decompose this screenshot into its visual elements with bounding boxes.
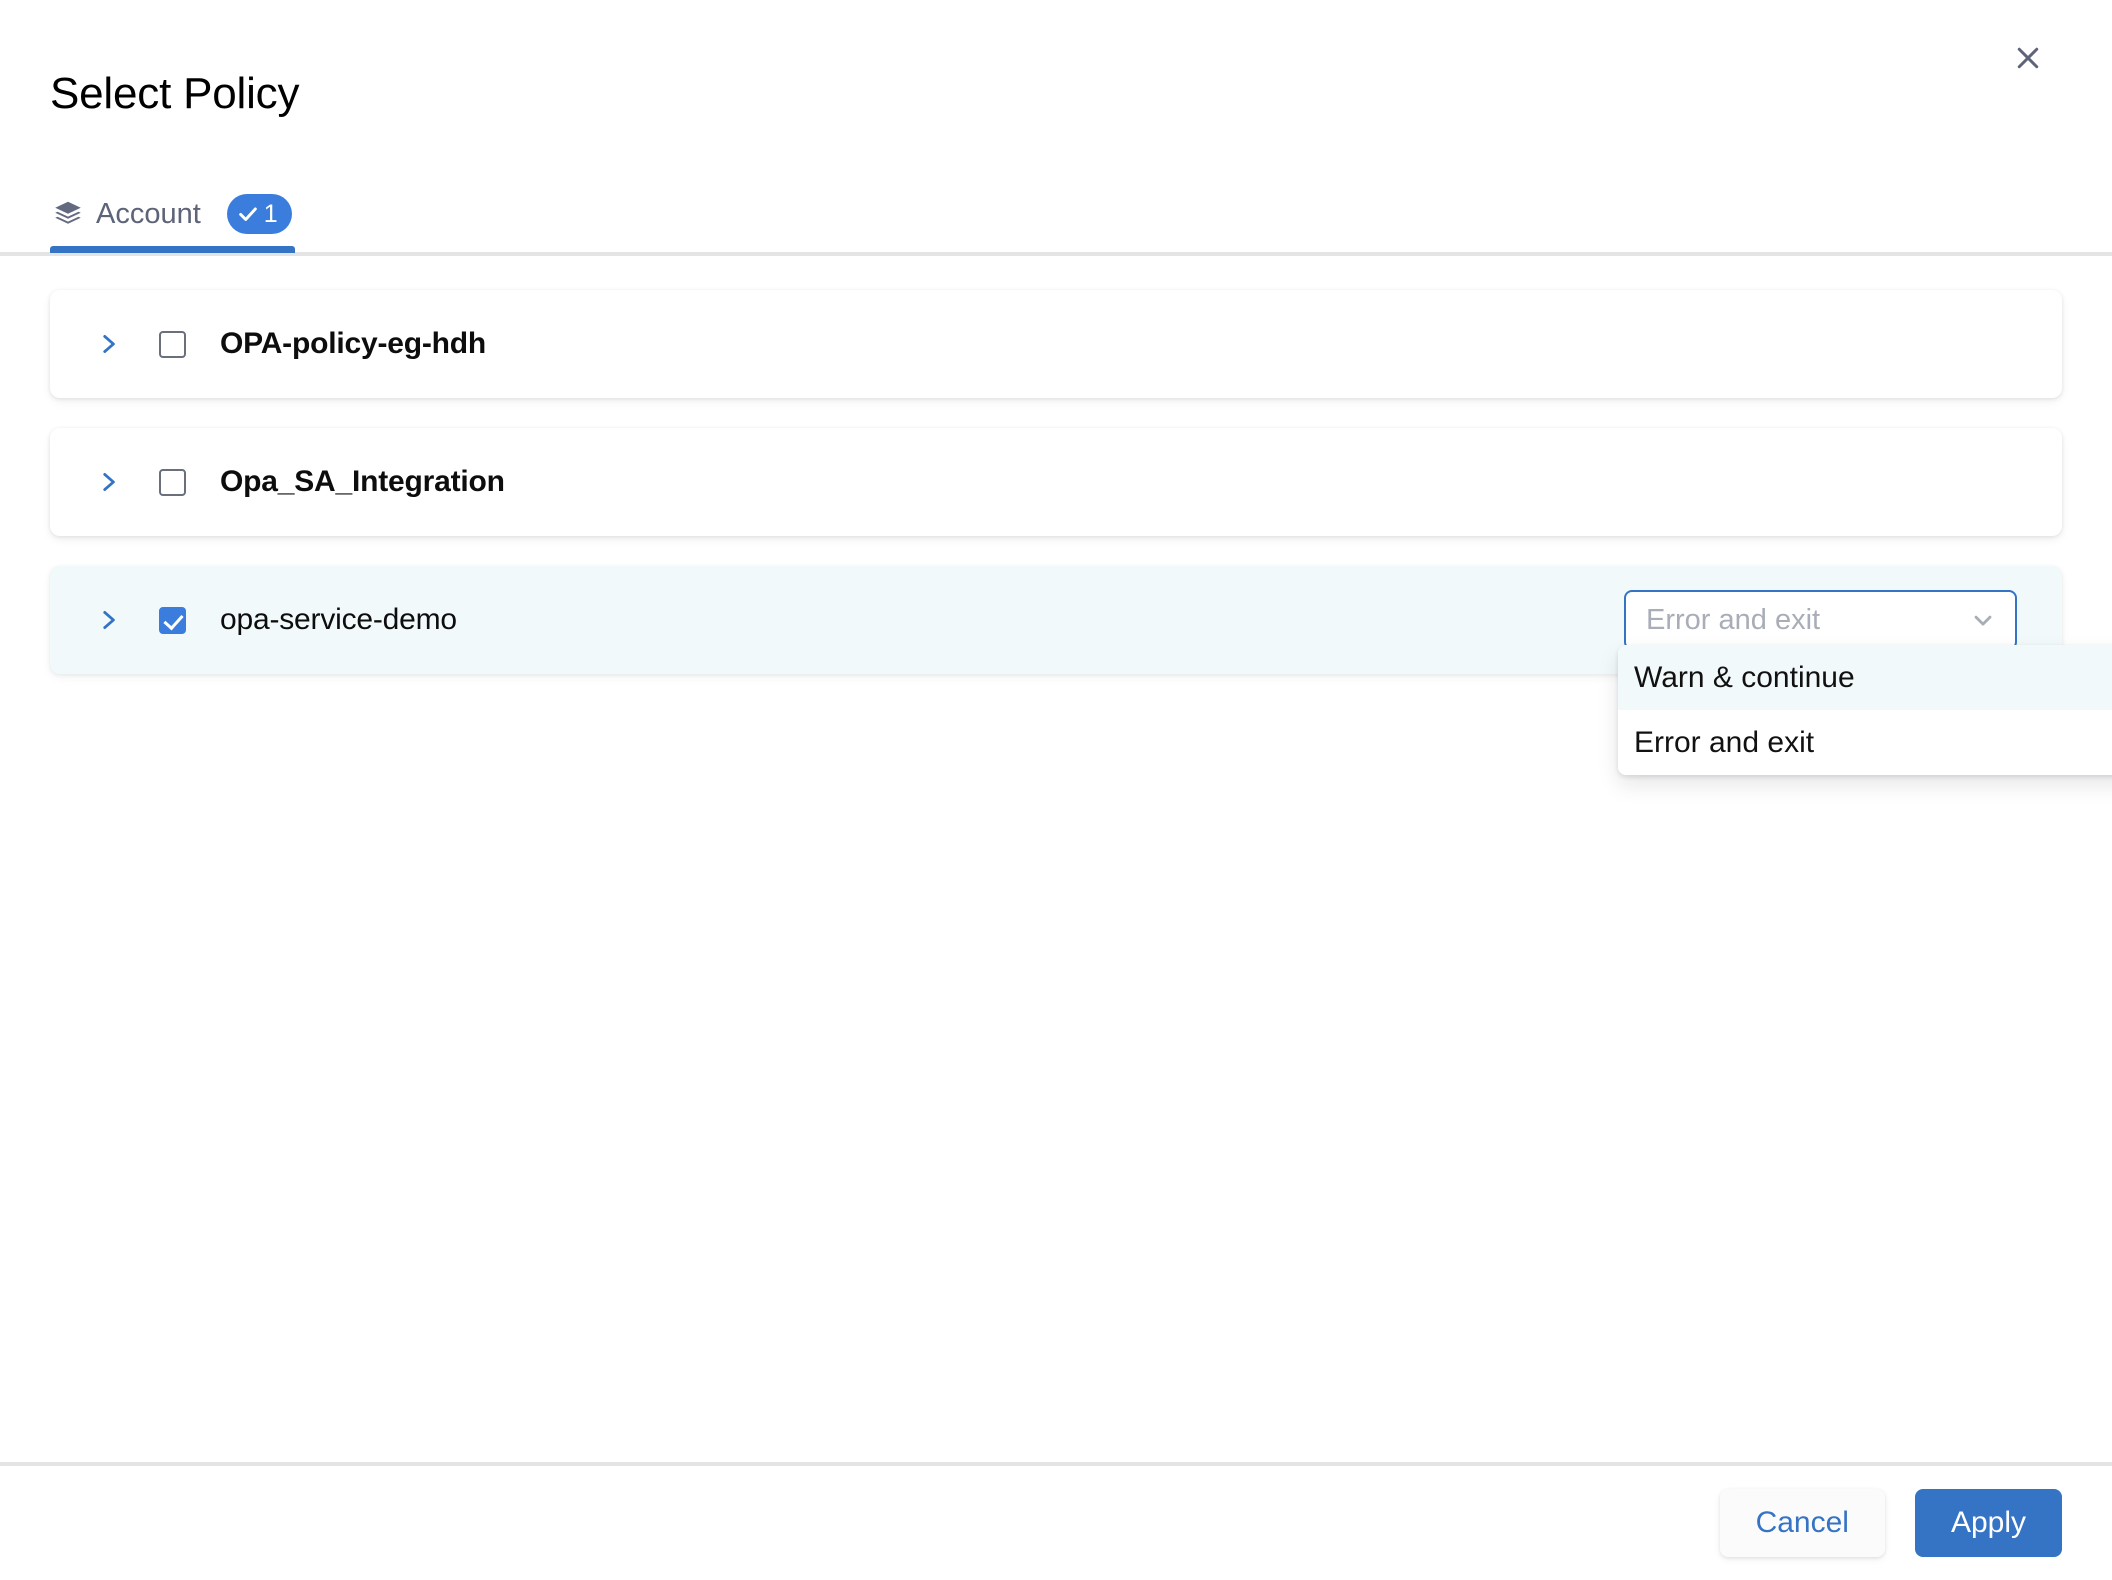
- chevron-right-icon[interactable]: [90, 464, 126, 500]
- policy-checkbox[interactable]: [159, 469, 186, 496]
- policy-action-dropdown-menu: Warn & continue Error and exit: [1618, 645, 2112, 775]
- tabs-divider: [0, 252, 2112, 256]
- close-button[interactable]: [2004, 34, 2052, 82]
- tab-account-badge-count: 1: [264, 200, 278, 229]
- dropdown-option-error-exit[interactable]: Error and exit: [1618, 710, 2112, 775]
- policy-name: opa-service-demo: [220, 603, 457, 637]
- policy-action-select[interactable]: Error and exit: [1624, 590, 2017, 650]
- select-policy-dialog: Select Policy Account 1: [0, 0, 2112, 1580]
- policy-checkbox[interactable]: [159, 331, 186, 358]
- policy-name: OPA-policy-eg-hdh: [220, 327, 486, 361]
- cancel-button[interactable]: Cancel: [1720, 1489, 1885, 1557]
- layers-icon: [52, 198, 84, 230]
- tab-active-underline: [50, 246, 295, 253]
- tab-account-badge: 1: [227, 194, 292, 234]
- tab-account[interactable]: Account 1: [50, 176, 294, 252]
- dropdown-option-warn-continue[interactable]: Warn & continue: [1618, 645, 2112, 710]
- close-icon: [2013, 43, 2043, 73]
- chevron-right-icon[interactable]: [90, 602, 126, 638]
- tab-bar: Account 1: [0, 176, 2112, 254]
- table-row[interactable]: Opa_SA_Integration: [50, 428, 2062, 536]
- table-row[interactable]: OPA-policy-eg-hdh: [50, 290, 2062, 398]
- policy-action-select-value: Error and exit: [1646, 604, 1820, 637]
- policy-name: Opa_SA_Integration: [220, 465, 505, 499]
- check-icon: [237, 203, 259, 225]
- policy-checkbox[interactable]: [159, 607, 186, 634]
- page-title: Select Policy: [50, 68, 299, 121]
- tab-account-label: Account: [96, 198, 201, 231]
- chevron-right-icon[interactable]: [90, 326, 126, 362]
- chevron-down-icon: [1969, 606, 1997, 634]
- dialog-footer: Cancel Apply: [0, 1466, 2112, 1580]
- apply-button[interactable]: Apply: [1915, 1489, 2062, 1557]
- policy-list: OPA-policy-eg-hdh Opa_SA_Integration opa…: [0, 290, 2112, 704]
